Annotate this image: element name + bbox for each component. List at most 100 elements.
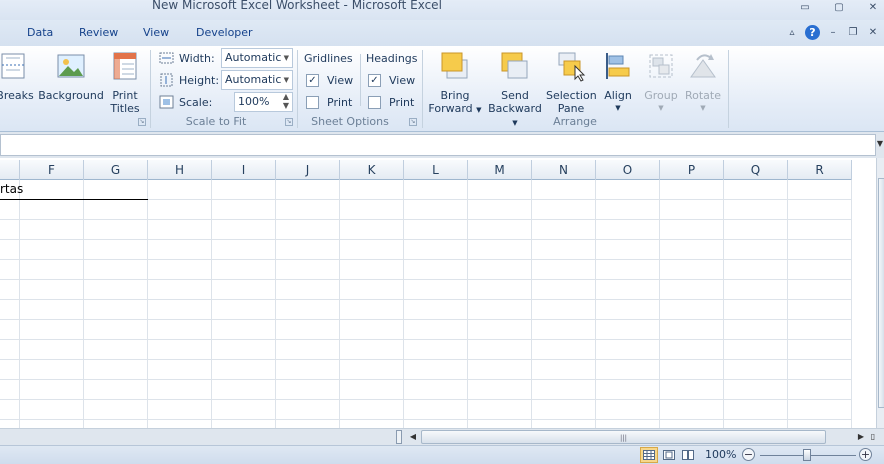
align-button[interactable]: Align ▼ [600, 50, 636, 115]
send-backward-icon [501, 52, 528, 79]
gridlines-view-checkbox[interactable]: ✓ View [306, 70, 353, 90]
normal-view-button[interactable] [640, 447, 658, 463]
sheet-options-group-label: Sheet Options [311, 115, 389, 128]
column-header-partial[interactable] [0, 160, 20, 180]
sheet-options-launcher-icon[interactable]: ↘ [409, 118, 417, 126]
group-icon [649, 54, 673, 78]
print-titles-icon [113, 52, 137, 80]
scroll-left-icon[interactable]: ◀ [406, 430, 420, 444]
normal-view-icon [643, 450, 655, 460]
restore-icon[interactable]: ▢ [832, 2, 846, 14]
tab-developer[interactable]: Developer [196, 26, 253, 39]
width-value: Automatic [225, 51, 282, 64]
selection-pane-icon [558, 52, 586, 82]
ribbon: Breaks Background Print Titles ↘ Width: [0, 46, 884, 132]
spinner-arrows-icon[interactable]: ▲ ▼ [283, 92, 289, 110]
ribbon-controls: ▵ ? – ❐ ✕ [785, 25, 880, 40]
zoom-out-icon[interactable]: − [742, 448, 755, 461]
workbook-restore-icon[interactable]: ❐ [846, 26, 860, 40]
send-backward-label-line1: Send [501, 89, 529, 102]
headings-heading: Headings [366, 51, 418, 65]
checkbox-unchecked-icon [306, 95, 319, 109]
zoom-in-icon[interactable]: + [859, 448, 872, 461]
page-layout-icon [663, 450, 675, 460]
print-titles-button[interactable]: Print Titles [106, 50, 144, 115]
column-header-i[interactable]: I [212, 160, 276, 180]
column-header-k[interactable]: K [340, 160, 404, 180]
width-label: Width: [179, 51, 215, 65]
align-icon [606, 53, 630, 79]
minimize-icon[interactable]: ▭ [798, 2, 812, 14]
zoom-slider-thumb[interactable] [803, 449, 811, 461]
page-break-preview-button[interactable] [679, 447, 697, 463]
column-header-m[interactable]: M [468, 160, 532, 180]
arrange-group-label: Arrange [553, 115, 597, 128]
help-icon[interactable]: ? [805, 25, 820, 40]
tab-review[interactable]: Review [79, 26, 118, 39]
expand-formula-bar-icon[interactable]: ▼ [877, 139, 883, 148]
grid-column-line [851, 180, 852, 428]
scale-label: Scale: [179, 95, 213, 109]
status-bar: 100% − + [0, 445, 884, 464]
scroll-grip-icon: ||| [619, 434, 628, 442]
breaks-label: Breaks [0, 89, 34, 102]
chevron-down-icon: ▼ [700, 104, 706, 112]
formula-input[interactable] [0, 134, 876, 156]
column-header-q[interactable]: Q [724, 160, 788, 180]
vertical-scroll-thumb[interactable] [878, 178, 884, 408]
close-icon[interactable]: ✕ [866, 2, 880, 14]
column-header-l[interactable]: L [404, 160, 468, 180]
workbook-minimize-icon[interactable]: – [826, 26, 840, 40]
headings-view-label: View [389, 73, 416, 87]
tab-split-handle[interactable] [396, 430, 402, 444]
breaks-button[interactable]: Breaks [0, 50, 34, 102]
chevron-down-icon: ▼ [283, 54, 289, 62]
column-headers: F G H I J K L M N O P Q R [0, 160, 852, 180]
group-separator [728, 50, 729, 128]
cell-row1-text[interactable]: rtas [0, 182, 23, 196]
background-label: Background [38, 89, 104, 102]
bring-forward-button[interactable]: Bring Forward ▼ [427, 50, 483, 117]
group-button[interactable]: Group ▼ [640, 50, 682, 115]
column-header-f[interactable]: F [20, 160, 84, 180]
background-button[interactable]: Background [38, 50, 104, 102]
column-header-o[interactable]: O [596, 160, 660, 180]
selection-pane-label-line1: Selection [546, 89, 597, 102]
tab-view[interactable]: View [143, 26, 169, 39]
worksheet-grid[interactable]: rtas [0, 180, 852, 428]
column-header-j[interactable]: J [276, 160, 340, 180]
rotate-button[interactable]: Rotate ▼ [682, 50, 724, 115]
column-header-n[interactable]: N [532, 160, 596, 180]
selection-pane-button[interactable]: Selection Pane [546, 50, 597, 115]
tab-data[interactable]: Data [27, 26, 53, 39]
width-icon [159, 52, 174, 64]
group-label: Group [644, 89, 678, 102]
grid-column-line [531, 180, 532, 428]
column-header-g[interactable]: G [84, 160, 148, 180]
scale-row: Scale: [159, 92, 212, 112]
column-header-p[interactable]: P [660, 160, 724, 180]
vertical-split-handle-icon[interactable]: ▯ [868, 430, 878, 444]
headings-view-checkbox[interactable]: ✓ View [368, 70, 415, 90]
height-icon [160, 73, 173, 87]
print-titles-label-line1: Print [112, 89, 138, 102]
subgroup-separator [360, 54, 361, 106]
scale-to-fit-launcher-icon[interactable]: ↘ [285, 118, 293, 126]
column-header-r[interactable]: R [788, 160, 852, 180]
zoom-level[interactable]: 100% [705, 448, 736, 461]
headings-print-checkbox[interactable]: Print [368, 92, 414, 112]
height-combo[interactable]: Automatic ▼ [221, 70, 293, 90]
page-setup-launcher-icon[interactable]: ↘ [138, 118, 146, 126]
bring-forward-label-line1: Bring [440, 89, 470, 102]
page-layout-view-button[interactable] [660, 447, 678, 463]
horizontal-scroll-thumb[interactable]: ||| [421, 430, 826, 444]
column-header-h[interactable]: H [148, 160, 212, 180]
scale-spinner[interactable]: 100% ▲ ▼ [234, 92, 293, 112]
width-combo[interactable]: Automatic ▼ [221, 48, 293, 68]
workbook-close-icon[interactable]: ✕ [866, 26, 880, 40]
vertical-scrollbar[interactable] [876, 158, 884, 428]
grid-column-line [787, 180, 788, 428]
gridlines-print-checkbox[interactable]: Print [306, 92, 352, 112]
scroll-right-icon[interactable]: ▶ [854, 430, 868, 444]
collapse-ribbon-icon[interactable]: ▵ [785, 26, 799, 40]
